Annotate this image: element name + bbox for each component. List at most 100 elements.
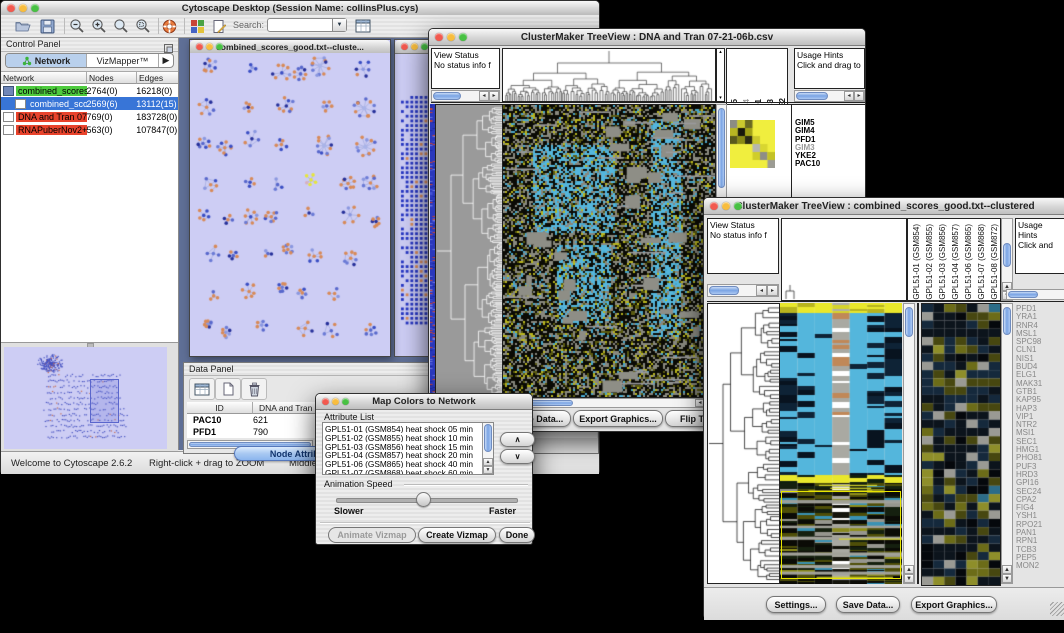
scroll-left-icon[interactable]: ◂ — [756, 285, 767, 296]
tv1-gene-label[interactable]: GIM3 — [795, 143, 861, 151]
tv2-gene-label[interactable]: SEC1 — [1016, 437, 1064, 445]
network-grid-canvas[interactable] — [400, 94, 429, 326]
scroll-right-icon[interactable]: ▸ — [854, 91, 864, 101]
tv2-settings-button[interactable]: Settings... — [766, 596, 826, 613]
attribute-list-item[interactable]: GPL51-06 (GSM865) heat shock 40 min — [323, 459, 493, 468]
close-button[interactable] — [322, 398, 329, 405]
tv2-gene-label[interactable]: ELG1 — [1016, 370, 1064, 378]
minimize-button[interactable] — [722, 202, 730, 210]
zoom-button[interactable] — [459, 33, 467, 41]
scrollbar-thumb[interactable] — [718, 108, 725, 188]
resize-grip[interactable] — [1050, 602, 1064, 616]
tv1-gene-label[interactable]: YKE2 — [795, 151, 861, 159]
move-down-button[interactable]: ∨ — [500, 449, 535, 464]
zoom-fit-button[interactable] — [111, 17, 131, 35]
treeview2-title-bar[interactable]: ClusterMaker TreeView : combined_scores_… — [704, 198, 1064, 215]
tv2-gene-label[interactable]: GPI16 — [1016, 478, 1064, 486]
minimize-button[interactable] — [206, 43, 213, 50]
search-input[interactable]: ▼ — [267, 18, 347, 32]
dialog-title-bar[interactable]: Map Colors to Network — [316, 394, 532, 410]
scroll-right-icon[interactable]: ▸ — [767, 285, 778, 296]
tv2-heatmap-selection-rect[interactable] — [781, 491, 901, 579]
tv1-column-dendrogram-panel[interactable] — [502, 48, 716, 102]
tv2-row-dendrogram-canvas[interactable] — [707, 303, 780, 584]
scroll-up-icon[interactable]: ▲ — [904, 565, 914, 574]
tab-network[interactable]: Network — [6, 54, 87, 67]
tv1-gene-label[interactable]: GIM4 — [795, 126, 861, 134]
attribute-list-scrollbar[interactable]: ▲ ▼ — [482, 423, 493, 474]
network-canvas[interactable] — [190, 53, 390, 356]
tv2-gene-label[interactable]: MSL1 — [1016, 329, 1064, 337]
tv1-hints-scrollbar[interactable]: ◂ ▸ — [794, 90, 865, 102]
network-list-row[interactable]: RNAPuberNov2+ 563(0) 107847(0) — [1, 123, 178, 136]
zoom-button[interactable] — [216, 43, 223, 50]
minimize-button[interactable] — [19, 4, 27, 12]
tv1-hscrollbar[interactable]: ◂ ▸ — [502, 398, 716, 408]
scroll-right-icon[interactable]: ▸ — [489, 91, 499, 101]
tv2-gene-label[interactable]: PAN1 — [1016, 528, 1064, 536]
zoom-button[interactable] — [734, 202, 742, 210]
tv2-gene-label[interactable]: HAP3 — [1016, 404, 1064, 412]
vizmapper-grid-icon[interactable] — [187, 17, 207, 35]
tv2-vscrollbar[interactable]: ▲ ▼ — [903, 303, 915, 584]
tv2-gene-label[interactable]: YRA1 — [1016, 312, 1064, 320]
open-file-button[interactable] — [13, 17, 33, 35]
zoom-out-button[interactable] — [67, 17, 87, 35]
scroll-down-icon[interactable]: ▼ — [904, 574, 914, 583]
attribute-list-item[interactable]: GPL51-03 (GSM856) heat shock 15 min — [323, 442, 493, 451]
tv2-gene-label[interactable]: YSH1 — [1016, 511, 1064, 519]
tv2-hints-scrollbar[interactable] — [1006, 289, 1064, 300]
delete-attribute-trash-icon[interactable] — [241, 378, 267, 400]
tv1-status-scrollbar[interactable]: ◂ ▸ — [431, 90, 500, 102]
attribute-table-icon[interactable] — [353, 17, 373, 35]
attribute-listbox[interactable]: GPL51-01 (GSM854) heat shock 05 minGPL51… — [322, 422, 494, 475]
tv2-column-label[interactable]: GPL51-04 (GSM857) — [951, 224, 960, 300]
tv1-export-graphics-button[interactable]: Export Graphics... — [573, 410, 663, 427]
zoom-button[interactable] — [31, 4, 39, 12]
network-list-row[interactable]: DNA and Tran 07 769(0) 183728(0) — [1, 110, 178, 123]
network-list-row[interactable]: combined_scores 2764(0) 16218(0) — [1, 84, 178, 97]
scroll-up-icon[interactable]: ▲ — [1002, 565, 1012, 574]
tv1-gene-label[interactable]: PFD1 — [795, 135, 861, 143]
scrollbar-thumb[interactable] — [905, 307, 913, 337]
column-header-network[interactable]: Network — [1, 72, 87, 84]
scroll-down-icon[interactable]: ▼ — [483, 466, 493, 474]
tv2-zoom-heatmap-canvas[interactable] — [921, 303, 1001, 586]
tv2-save-data-button[interactable]: Save Data... — [836, 596, 900, 613]
tv1-gene-label[interactable]: PAC10 — [795, 159, 861, 167]
tv2-gene-label[interactable]: SEC24 — [1016, 487, 1064, 495]
treeview1-title-bar[interactable]: ClusterMaker TreeView : DNA and Tran 07-… — [429, 29, 865, 46]
attribute-select-table-icon[interactable] — [189, 378, 215, 400]
slider-thumb[interactable] — [416, 492, 431, 507]
tab-vizmapper[interactable]: VizMapper™ — [87, 54, 159, 67]
tv2-zoom-vscrollbar[interactable]: ▲ ▼ — [1001, 303, 1013, 584]
close-button[interactable] — [710, 202, 718, 210]
scrollbar-thumb[interactable] — [1008, 291, 1038, 298]
attribute-list-item[interactable]: GPL51-01 (GSM854) heat shock 05 min — [323, 424, 493, 433]
tv2-gene-label[interactable]: TCB3 — [1016, 545, 1064, 553]
tv2-column-label[interactable]: GPL51-08 (GSM872) — [990, 224, 999, 300]
annotation-page-icon[interactable] — [209, 17, 229, 35]
tv1-gene-label[interactable]: GIM5 — [795, 118, 861, 126]
tv2-gene-label[interactable]: FIG4 — [1016, 503, 1064, 511]
birdseye-canvas[interactable] — [4, 347, 167, 449]
attribute-list-item[interactable]: GPL51-07 (GSM868) heat shock 60 min — [323, 468, 493, 475]
scrollbar-thumb[interactable] — [1003, 243, 1011, 267]
tv2-gene-label[interactable]: GTB1 — [1016, 387, 1064, 395]
help-lifesaver-icon[interactable] — [159, 17, 179, 35]
tv2-gene-label[interactable]: CLN1 — [1016, 345, 1064, 353]
tv1-mini-scroll-strip[interactable]: ▴▾ — [716, 48, 725, 102]
scroll-down-icon[interactable]: ▼ — [1002, 574, 1012, 583]
tv2-gene-label[interactable]: PFD1 — [1016, 304, 1064, 312]
tv2-column-label[interactable]: GPL51-06 (GSM865) — [964, 224, 973, 300]
tv2-gene-label[interactable]: RPO21 — [1016, 520, 1064, 528]
scroll-left-icon[interactable]: ◂ — [479, 91, 489, 101]
scrollbar-thumb[interactable] — [1003, 307, 1011, 335]
tv2-export-graphics-button[interactable]: Export Graphics... — [911, 596, 997, 613]
attribute-list-item[interactable]: GPL51-02 (GSM855) heat shock 10 min — [323, 433, 493, 442]
new-attribute-icon[interactable] — [215, 378, 241, 400]
scrollbar-thumb[interactable] — [484, 424, 492, 452]
tv2-gene-label[interactable]: KAP95 — [1016, 395, 1064, 403]
zoom-in-button[interactable] — [89, 17, 109, 35]
column-header-id[interactable]: ID — [187, 402, 253, 414]
